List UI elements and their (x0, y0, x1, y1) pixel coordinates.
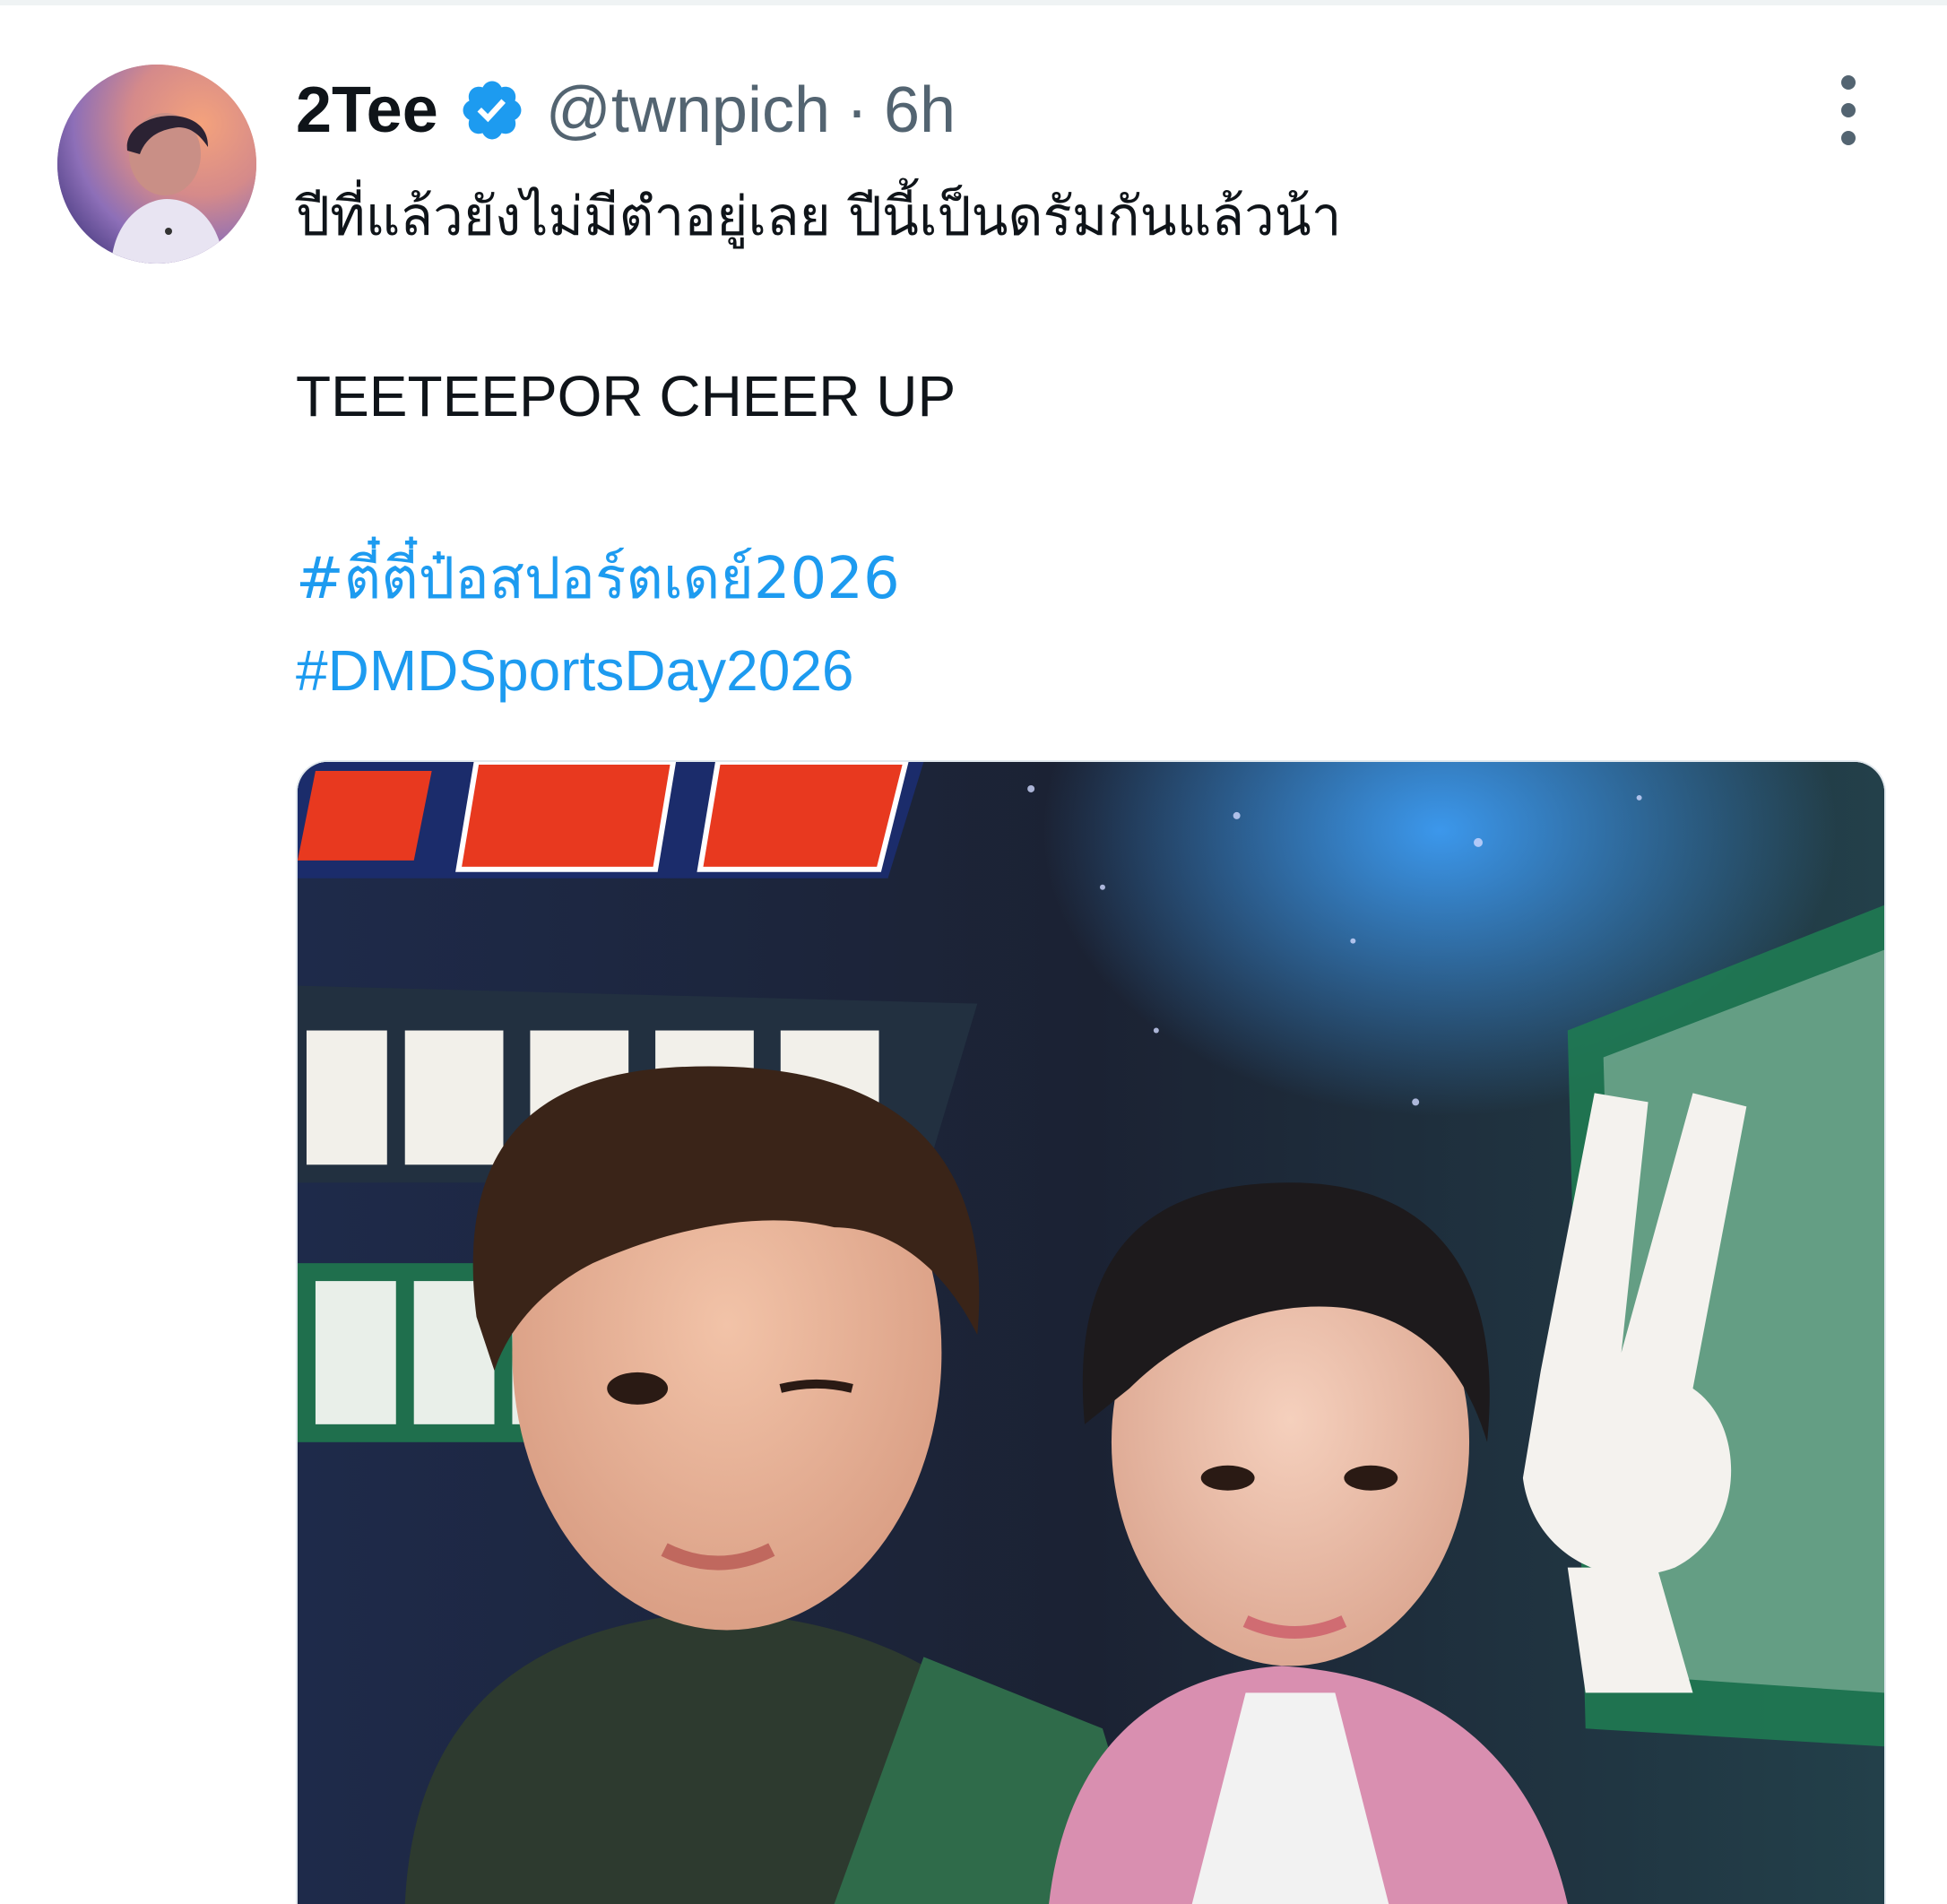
user-handle[interactable]: @twnpich (546, 78, 830, 143)
timestamp[interactable]: 6h (884, 78, 956, 143)
tweet[interactable]: 2Tee @twnpich · 6h ปีที่แล้วยังไม่มีตำอย… (0, 0, 1947, 1904)
avatar-image (57, 65, 256, 264)
tweet-text-thai: ปีที่แล้วยังไม่มีตำอยู่เลย ปีนี้เป็นดรัม… (296, 186, 1342, 248)
separator-dot: · (845, 74, 868, 146)
photo-image (298, 762, 1884, 1904)
tweet-photo[interactable] (296, 760, 1886, 1904)
avatar[interactable] (57, 65, 256, 264)
more-vertical-icon[interactable] (1829, 75, 1868, 145)
display-name[interactable]: 2Tee (296, 78, 438, 143)
verified-check-icon (458, 76, 526, 144)
hashtag-dmd[interactable]: #DMDSportsDay2026 (296, 636, 854, 705)
hashtag-thai[interactable]: #ตี๋ตี๋ป๋อสปอร์ตเดย์2026 (296, 545, 900, 614)
tweet-text-cheer: TEETEEPOR CHEER UP (296, 364, 956, 428)
tweet-header: 2Tee @twnpich · 6h (296, 70, 956, 151)
